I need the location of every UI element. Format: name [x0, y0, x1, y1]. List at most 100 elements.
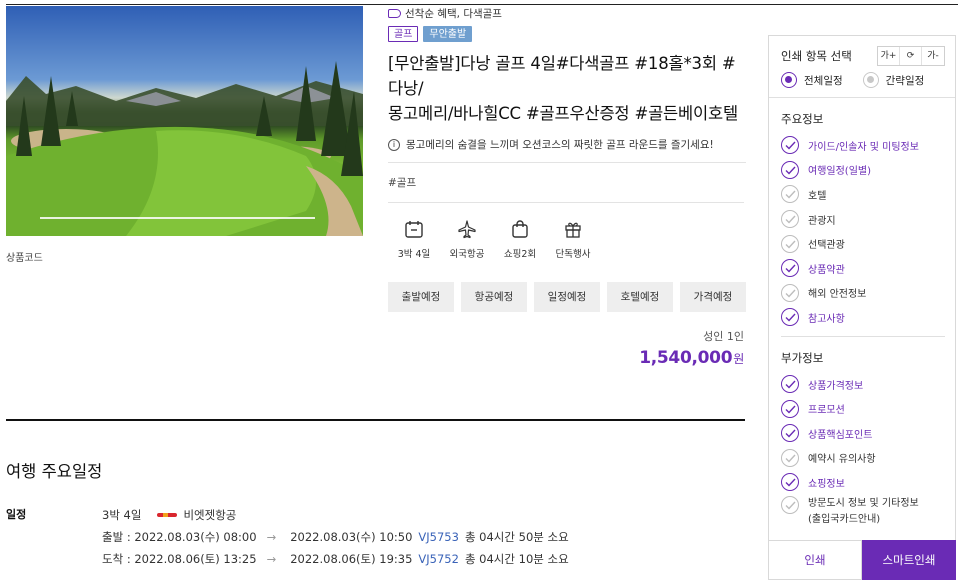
checkbox-icon: [781, 210, 799, 229]
product-title-line2: 몽고메리/바나힐CC #골프우산증정 #골든베이호텔: [388, 104, 738, 123]
checkbox-icon: [781, 375, 799, 394]
print-option-item[interactable]: 여행일정(일별): [781, 158, 945, 183]
smart-print-button[interactable]: 스마트인쇄: [862, 540, 956, 580]
print-option-item[interactable]: 상품가격정보: [781, 372, 945, 397]
product-image[interactable]: [6, 6, 363, 236]
extra-info-list: 상품가격정보프로모션상품핵심포인트예약시 유의사항쇼핑정보: [781, 372, 945, 495]
schedule-summary-row: 3박 4일 비엣젯항공: [102, 504, 569, 526]
tab-hotel[interactable]: 호텔예정: [607, 282, 673, 312]
print-button-bar: 인쇄 스마트인쇄: [768, 540, 956, 580]
departure-to: 2022.08.03(수) 10:50: [290, 530, 413, 544]
price: 1,540,000원: [639, 348, 744, 368]
radio-label: 간략일정: [885, 74, 925, 87]
radio-full-schedule[interactable]: 전체일정: [781, 72, 843, 88]
checkbox-icon: [781, 234, 799, 253]
print-option-label: 방문도시 정보 및 기타정보 (출입국카드안내): [808, 496, 919, 528]
print-option-label: 가이드/인솔자 및 미팅정보: [808, 141, 919, 153]
print-option-item[interactable]: 관광지: [781, 207, 945, 232]
feature-airline: 외국항공: [441, 219, 493, 260]
print-option-label: 쇼핑정보: [808, 478, 845, 490]
print-option-item[interactable]: 쇼핑정보: [781, 470, 945, 495]
checkbox-icon: [781, 399, 799, 418]
print-option-item[interactable]: 프로모션: [781, 396, 945, 421]
divider: [388, 162, 746, 163]
duration-text: 3박 4일: [102, 508, 142, 522]
image-slider-bar[interactable]: [40, 217, 315, 219]
font-decrease-button[interactable]: 가-: [922, 47, 944, 65]
badge-departure: 무안출발: [423, 26, 473, 42]
main-info-list: 가이드/인솔자 및 미팅정보여행일정(일별) 호텔관광지선택관광상품약관해외 안전…: [781, 133, 945, 330]
print-option-item[interactable]: 참고사항: [781, 305, 945, 330]
product-title: [무안출발]다낭 골프 4일#다색골프 #18홀*3회 #다낭/ 몽고메리/바나…: [388, 51, 746, 126]
print-mode-radios: 전체일정 간략일정: [781, 72, 945, 88]
notice-text: 몽고메리의 숨결을 느끼며 오션코스의 짜릿한 골프 라운드를 즐기세요!: [406, 139, 714, 151]
checkbox-icon: [781, 308, 799, 327]
schedule-tabs: 출발예정 항공예정 일정예정 호텔예정 가격예정: [388, 282, 746, 312]
print-option-label: 여행일정(일별): [808, 166, 872, 178]
product-code-label: 상품코드: [6, 253, 43, 264]
divider: [781, 335, 945, 337]
extra-info-section: 부가정보 상품가격정보 프로모션 상품핵심포인트 예약시 유의사항 쇼핑정보 방문도시 …: [769, 350, 955, 533]
section-title: 주요정보: [781, 112, 824, 126]
print-option-label: 해외 안전정보: [808, 289, 867, 301]
print-option-item[interactable]: 예약시 유의사항: [781, 446, 945, 471]
schedule-details: 3박 4일 비엣젯항공 출발 : 2022.08.03(수) 08:00 → 2…: [102, 504, 569, 570]
arrival-flight-number[interactable]: VJ5752: [418, 552, 459, 566]
departure-flight-number[interactable]: VJ5753: [418, 530, 459, 544]
print-option-label: 예약시 유의사항: [808, 454, 876, 466]
price-value: 1,540,000: [639, 348, 733, 368]
visit-line1: 방문도시 정보 및 기타정보: [808, 497, 919, 509]
arrival-to: 2022.08.06(토) 19:35: [290, 552, 413, 566]
print-button[interactable]: 인쇄: [768, 540, 862, 580]
shopping-bag-icon: [512, 220, 528, 238]
print-option-item[interactable]: 호텔: [781, 182, 945, 207]
hashtag[interactable]: #골프: [388, 175, 746, 190]
tab-flight[interactable]: 항공예정: [461, 282, 527, 312]
radio-selected-icon: [781, 72, 797, 88]
print-option-item[interactable]: 상품약관: [781, 256, 945, 281]
print-option-item[interactable]: 해외 안전정보: [781, 281, 945, 306]
font-size-control: 가+ ⟳ 가-: [877, 46, 945, 66]
feature-shopping: 쇼핑2회: [494, 219, 546, 260]
print-option-label: 상품약관: [808, 264, 845, 276]
arrival-duration: 총 04시간 10분 소요: [464, 552, 569, 566]
print-option-item[interactable]: 상품핵심포인트: [781, 421, 945, 446]
itinerary-title: 여행 주요일정: [6, 462, 103, 481]
print-option-item[interactable]: 선택관광: [781, 231, 945, 256]
radio-label: 전체일정: [804, 74, 843, 87]
feature-duration: 3박 4일: [388, 219, 440, 260]
tab-price[interactable]: 가격예정: [680, 282, 746, 312]
gift-icon: [565, 222, 581, 238]
checkbox-icon: [781, 136, 799, 155]
badge-golf: 골프: [388, 26, 419, 42]
print-option-item[interactable]: 가이드/인솔자 및 미팅정보: [781, 133, 945, 158]
feature-label: 단독행사: [555, 249, 591, 260]
benefit-line: 선착순 혜택, 다색골프: [388, 6, 746, 20]
tab-schedule[interactable]: 일정예정: [534, 282, 600, 312]
checkbox-icon: [781, 160, 799, 179]
feature-exclusive: 단독행사: [547, 219, 599, 260]
tag-icon: [388, 8, 401, 18]
feature-list: 3박 4일 외국항공 쇼핑2회 단독행사: [388, 219, 746, 260]
product-notice: i 몽고메리의 숨결을 느끼며 오션코스의 짜릿한 골프 라운드를 즐기세요!: [388, 137, 746, 152]
checkbox-icon: [781, 448, 799, 467]
print-option-label: 참고사항: [808, 313, 845, 325]
radio-brief-schedule[interactable]: 간략일정: [862, 72, 925, 88]
divider: [388, 202, 744, 203]
font-reset-button[interactable]: ⟳: [900, 47, 922, 65]
print-panel-title: 인쇄 항목 선택: [781, 49, 852, 63]
print-option-label: 관광지: [808, 215, 836, 227]
font-increase-button[interactable]: 가+: [878, 47, 900, 65]
arrival-row: 도착 : 2022.08.06(토) 13:25 → 2022.08.06(토)…: [102, 548, 569, 570]
tab-departure[interactable]: 출발예정: [388, 282, 454, 312]
print-option-visit-city[interactable]: 방문도시 정보 및 기타정보 (출입국카드안내): [781, 495, 945, 533]
info-icon: i: [388, 138, 400, 151]
print-option-label: 선택관광: [808, 240, 845, 252]
badge-row: 골프 무안출발: [388, 26, 746, 42]
print-option-label: 프로모션: [808, 405, 845, 417]
checkbox-icon: [781, 424, 799, 443]
departure-from: 2022.08.03(수) 08:00: [134, 530, 257, 544]
departure-row: 출발 : 2022.08.03(수) 08:00 → 2022.08.03(수)…: [102, 526, 569, 548]
airline-logo: [157, 513, 178, 517]
arrival-prefix: 도착 :: [102, 552, 131, 566]
